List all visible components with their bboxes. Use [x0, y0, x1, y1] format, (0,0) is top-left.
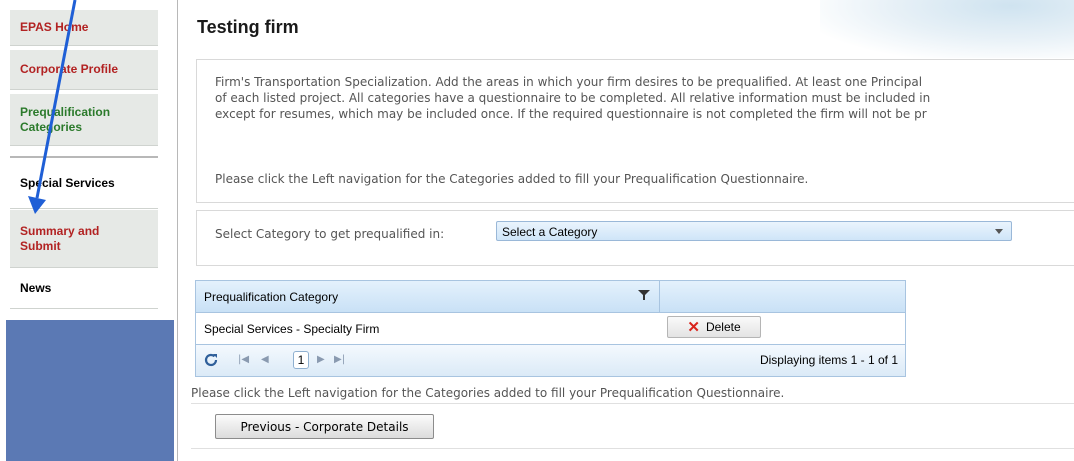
sidebar-decoration: [6, 320, 174, 461]
page-number[interactable]: 1: [293, 351, 309, 369]
sidebar-divider: [177, 0, 178, 461]
category-cell: Special Services - Specialty Firm: [204, 322, 380, 336]
sidebar-item-news[interactable]: News: [10, 269, 158, 309]
sidebar-item-special-services[interactable]: Special Services: [10, 156, 158, 209]
divider: [191, 448, 1074, 449]
filter-icon[interactable]: [638, 289, 650, 301]
chevron-down-icon: [995, 229, 1003, 234]
sidebar-item-label: Prequalification Categories: [20, 104, 111, 134]
sidebar-item-label: EPAS Home: [20, 20, 89, 34]
delete-x-icon: ✕: [687, 318, 700, 336]
sidebar-item-label: Corporate Profile: [20, 62, 119, 76]
sidebar-item-prequalification-categories[interactable]: Prequalification Categories: [10, 94, 158, 146]
category-dropdown[interactable]: Select a Category: [496, 221, 1012, 241]
info-panel: Firm's Transportation Specialization. Ad…: [196, 59, 1074, 203]
info-text: Firm's Transportation Specialization. Ad…: [215, 75, 931, 121]
bottom-note: Please click the Left navigation for the…: [191, 386, 785, 400]
category-grid: Prequalification Category Special Servic…: [195, 280, 906, 377]
divider: [191, 403, 1074, 404]
sidebar: EPAS Home Corporate Profile Prequalifica…: [0, 0, 178, 461]
category-dropdown-value: Select a Category: [502, 225, 598, 239]
pager-info: Displaying items 1 - 1 of 1: [759, 353, 898, 367]
last-page-icon[interactable]: ▶|: [334, 354, 345, 366]
sidebar-item-label: News: [20, 281, 52, 295]
previous-corporate-details-button[interactable]: Previous - Corporate Details: [215, 414, 434, 439]
sidebar-item-epas-home[interactable]: EPAS Home: [10, 10, 158, 46]
first-page-icon[interactable]: |◀: [238, 354, 249, 366]
category-select-label: Select Category to get prequalified in:: [215, 227, 445, 241]
next-page-icon[interactable]: ▶: [317, 354, 325, 366]
grid-pager: |◀ ◀ 1 ▶ ▶| Displaying items 1 - 1 of 1: [196, 345, 905, 376]
grid-header: Prequalification Category: [196, 281, 905, 313]
sidebar-item-summary-and-submit[interactable]: Summary and Submit: [10, 210, 158, 268]
column-header-category[interactable]: Prequalification Category: [204, 290, 338, 304]
delete-button-label: Delete: [705, 320, 741, 334]
prev-page-icon[interactable]: ◀: [261, 354, 269, 366]
sidebar-item-corporate-profile[interactable]: Corporate Profile: [10, 50, 158, 90]
page-title: Testing firm: [197, 17, 299, 37]
table-row: Special Services - Specialty Firm ✕ Dele…: [196, 313, 905, 345]
header-decoration: [820, 0, 1074, 58]
sidebar-item-label: Summary and Submit: [20, 223, 100, 253]
info-note: Please click the Left navigation for the…: [215, 172, 809, 186]
delete-button[interactable]: ✕ Delete: [667, 316, 761, 338]
category-select-panel: Select Category to get prequalified in: …: [196, 210, 1074, 266]
refresh-icon[interactable]: [203, 352, 219, 368]
sidebar-item-label: Special Services: [20, 175, 115, 190]
